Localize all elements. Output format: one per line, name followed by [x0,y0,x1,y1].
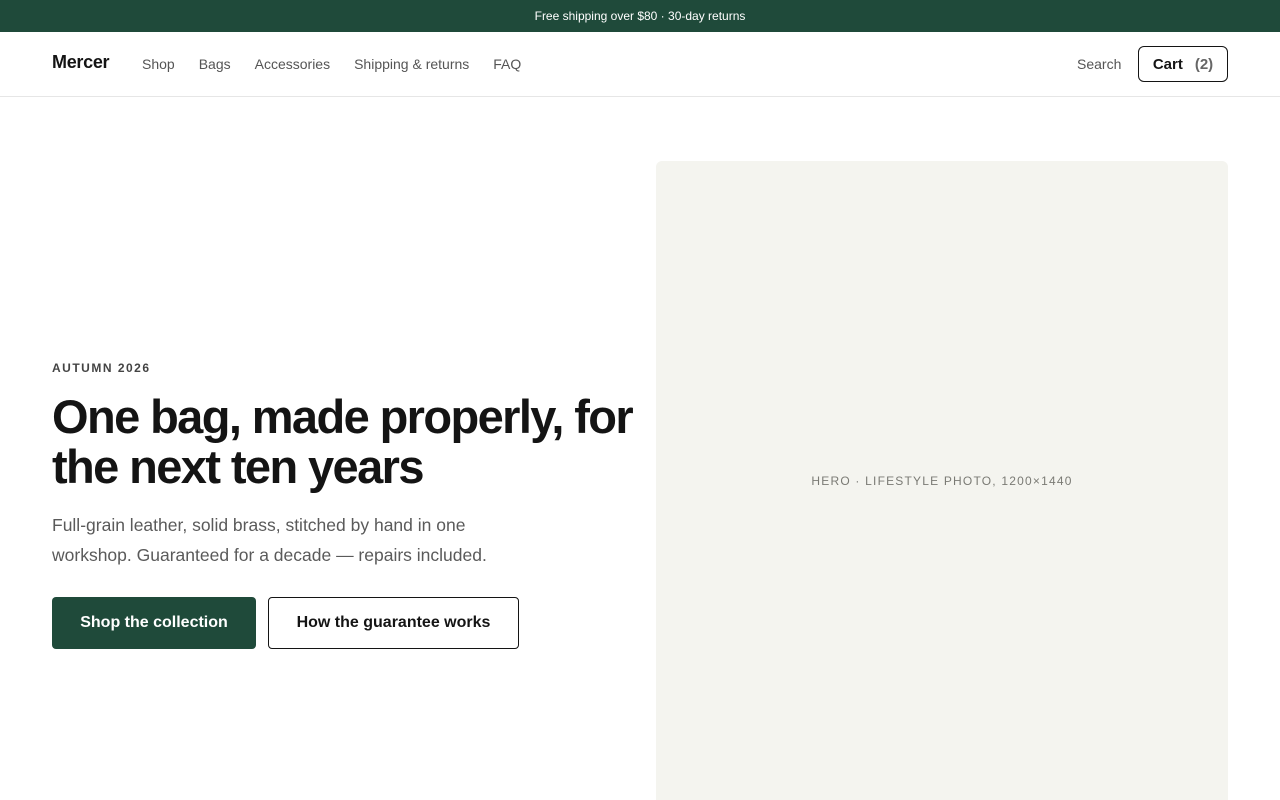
hero-image-caption: HERO · LIFESTYLE PHOTO, 1200×1440 [811,473,1073,488]
hero-eyebrow: AUTUMN 2026 [52,361,151,375]
cart-count: (2) [1194,55,1214,73]
shop-collection-button[interactable]: Shop the collection [52,597,256,649]
main-nav: Shop Bags Accessories Shipping & returns… [142,55,545,73]
hero-subcopy: Full-grain leather, solid brass, stitche… [52,515,487,565]
cart-button[interactable]: Cart (2) [1138,46,1228,82]
site-header: Mercer Shop Bags Accessories Shipping & … [0,32,1280,97]
hero-image-placeholder: HERO · LIFESTYLE PHOTO, 1200×1440 [656,161,1228,800]
nav-shipping-returns[interactable]: Shipping & returns [354,55,469,73]
nav-shop[interactable]: Shop [142,55,175,73]
logo[interactable]: Mercer [52,52,110,73]
guarantee-button[interactable]: How the guarantee works [268,597,519,649]
nav-bags[interactable]: Bags [199,55,231,73]
nav-accessories[interactable]: Accessories [255,55,330,73]
search-link[interactable]: Search [1077,55,1121,73]
nav-faq[interactable]: FAQ [493,55,521,73]
announcement-bar: Free shipping over $80 · 30-day returns [0,0,1280,32]
cart-label: Cart [1152,55,1183,73]
announcement-text: Free shipping over $80 · 30-day returns [534,9,746,23]
hero-headline: One bag, made properly, for the next ten… [52,390,634,493]
